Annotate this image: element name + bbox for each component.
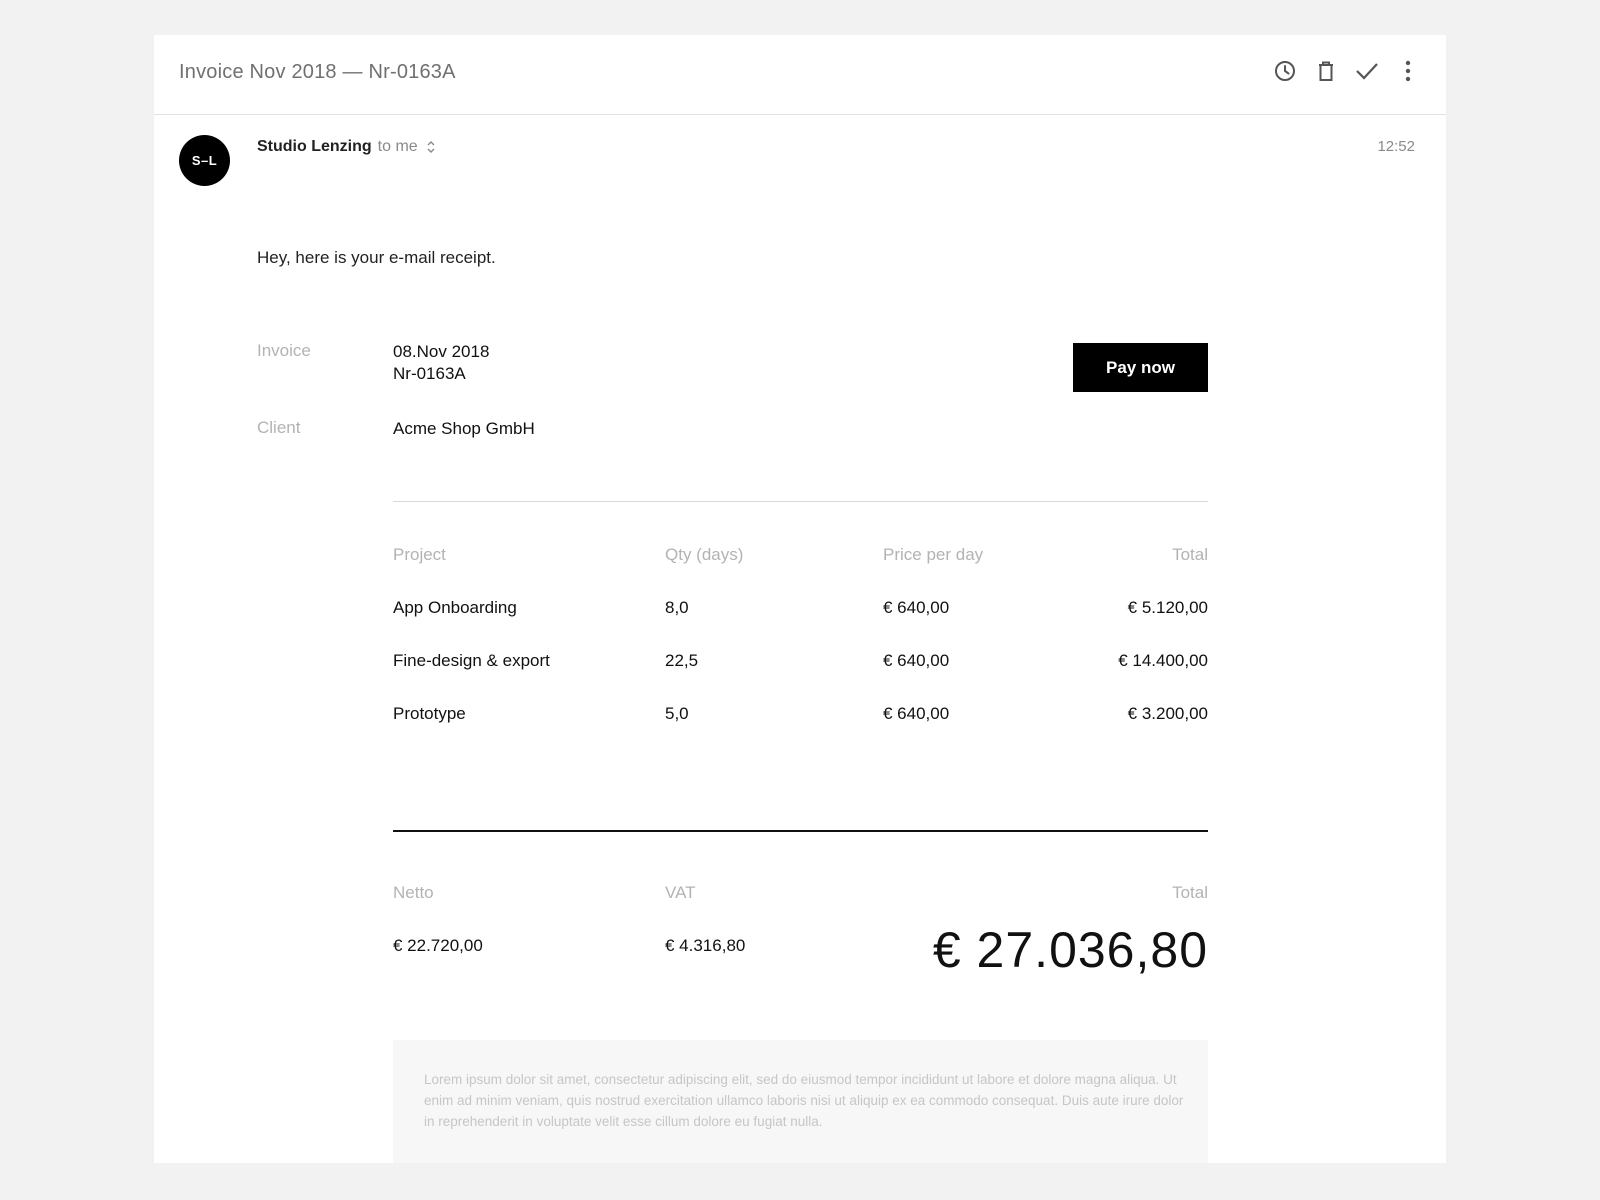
row-total: € 5.120,00 xyxy=(1127,598,1208,617)
header-project: Project xyxy=(393,545,446,564)
delete-button[interactable] xyxy=(1314,59,1338,83)
row-price: € 640,00 xyxy=(883,598,950,617)
snooze-button[interactable] xyxy=(1273,59,1297,83)
email-subject: Invoice Nov 2018 — Nr-0163A xyxy=(179,61,456,83)
clock-icon xyxy=(1274,60,1296,82)
more-vertical-icon xyxy=(1405,60,1411,82)
row-total: € 3.200,00 xyxy=(1127,704,1208,723)
footer-text: Lorem ipsum dolor sit amet, consectetur … xyxy=(424,1072,1184,1129)
sender-line: Studio Lenzing to me xyxy=(257,138,436,156)
greeting-text: Hey, here is your e-mail receipt. xyxy=(257,248,496,267)
email-card: Invoice Nov 2018 — Nr-0163A S–L Studio L… xyxy=(154,35,1446,1163)
recipient-label: to me xyxy=(377,138,418,155)
row-price: € 640,00 xyxy=(883,704,950,723)
total-label: Total xyxy=(1172,883,1208,902)
divider xyxy=(393,501,1208,502)
grand-total: € 27.036,80 xyxy=(932,922,1208,978)
row-project: Prototype xyxy=(393,704,466,723)
footer-note: Lorem ipsum dolor sit amet, consectetur … xyxy=(393,1040,1208,1163)
email-time: 12:52 xyxy=(1377,138,1415,155)
trash-icon xyxy=(1316,60,1336,82)
invoice-number: Nr-0163A xyxy=(393,364,466,383)
header-qty: Qty (days) xyxy=(665,545,744,564)
email-toolbar: Invoice Nov 2018 — Nr-0163A xyxy=(154,35,1446,115)
check-icon xyxy=(1355,61,1379,81)
row-qty: 5,0 xyxy=(665,704,689,723)
row-price: € 640,00 xyxy=(883,651,950,670)
more-button[interactable] xyxy=(1396,59,1420,83)
toolbar-actions xyxy=(1273,59,1420,83)
client-name: Acme Shop GmbH xyxy=(393,419,535,438)
row-qty: 8,0 xyxy=(665,598,689,617)
row-qty: 22,5 xyxy=(665,651,699,670)
client-label: Client xyxy=(257,418,301,437)
row-total: € 14.400,00 xyxy=(1118,651,1208,670)
header-price: Price per day xyxy=(883,545,984,564)
netto-label: Netto xyxy=(393,883,434,902)
vat-value: € 4.316,80 xyxy=(665,936,746,955)
header-total: Total xyxy=(1172,545,1208,564)
invoice-details: 08.Nov 2018 Nr-0163A xyxy=(393,341,489,385)
done-button[interactable] xyxy=(1355,59,1379,83)
pay-now-button[interactable]: Pay now xyxy=(1073,343,1208,392)
expand-details-icon[interactable] xyxy=(426,140,436,154)
netto-value: € 22.720,00 xyxy=(393,936,483,955)
invoice-date: 08.Nov 2018 xyxy=(393,342,490,361)
totals-divider xyxy=(393,830,1208,832)
sender-name[interactable]: Studio Lenzing xyxy=(257,138,372,156)
vat-label: VAT xyxy=(665,883,696,902)
avatar: S–L xyxy=(179,135,230,186)
invoice-label: Invoice xyxy=(257,341,311,360)
row-project: Fine-design & export xyxy=(393,651,550,670)
row-project: App Onboarding xyxy=(393,598,517,617)
